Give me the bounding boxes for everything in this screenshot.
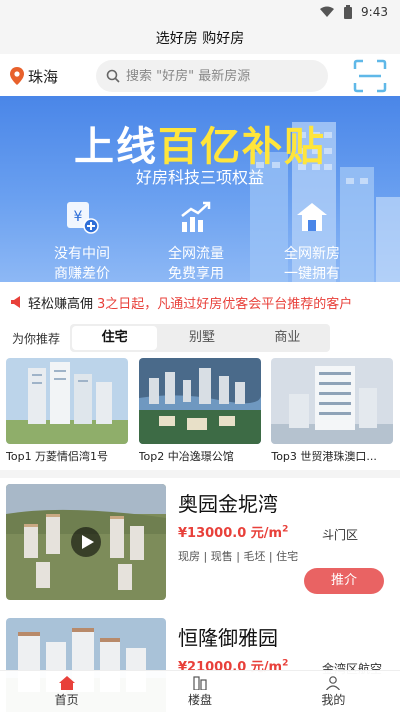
nav-properties[interactable]: 楼盘 bbox=[133, 671, 266, 712]
listing-name: 恒隆御雅园 bbox=[178, 626, 278, 650]
notice-label: 轻松赚高佣 bbox=[28, 296, 94, 312]
banner-subtitle: 好房科技三项权益 bbox=[135, 168, 264, 187]
city-selector[interactable]: 珠海 bbox=[0, 66, 96, 87]
location-pin-icon bbox=[10, 67, 24, 85]
home-icon bbox=[58, 675, 75, 690]
top-pick-caption: Top2 中冶逸璟公馆 bbox=[138, 450, 234, 463]
tab-commercial[interactable]: 商业 bbox=[245, 324, 330, 352]
city-name: 珠海 bbox=[28, 67, 59, 86]
house-icon bbox=[297, 203, 327, 231]
status-bar: 9:43 bbox=[0, 0, 400, 24]
user-icon bbox=[326, 675, 341, 690]
benefit-1-line2: 商赚差价 bbox=[54, 266, 110, 282]
top-pick-caption: Top3 世贸港珠澳口... bbox=[271, 450, 377, 463]
listing-district: 斗门区 bbox=[322, 528, 359, 542]
search-row: 珠海 bbox=[0, 54, 400, 98]
property-listing[interactable]: 奥园金坭湾 ¥13000.0 元/m2 斗门区 现房 | 现售 | 毛坯 | 住… bbox=[6, 484, 394, 602]
rising-chart-icon bbox=[181, 201, 211, 232]
nav-properties-label: 楼盘 bbox=[187, 692, 212, 707]
bottom-nav: 首页 楼盘 我的 bbox=[0, 670, 400, 712]
nav-home[interactable]: 首页 bbox=[0, 671, 133, 712]
benefit-2-line2: 免费享用 bbox=[168, 266, 224, 282]
building-icon bbox=[193, 675, 207, 690]
top-pick-card[interactable]: Top2 中冶逸璟公馆 bbox=[138, 358, 264, 464]
svg-text:¥: ¥ bbox=[74, 209, 83, 225]
listing-price-unit-sup: 2 bbox=[282, 524, 289, 535]
search-box[interactable] bbox=[96, 60, 328, 92]
nav-home-label: 首页 bbox=[54, 692, 79, 707]
promote-button[interactable]: 推介 bbox=[304, 568, 384, 594]
listing-price-value: ¥13000.0 元/m bbox=[178, 526, 283, 541]
search-input[interactable] bbox=[126, 68, 316, 84]
megaphone-icon bbox=[11, 296, 20, 308]
recommend-label: 为你推荐 bbox=[12, 331, 61, 346]
notice-bar[interactable]: 轻松赚高佣 3之日起，凡通过好房优客会平台推荐的客户 bbox=[0, 283, 400, 321]
app-screen: 9:43 选好房 购好房 珠海 搜索 "好房" 最新房源 上线百亿补贴 好房科技… bbox=[0, 0, 400, 712]
benefit-1-line1: 没有中间 bbox=[54, 246, 110, 262]
category-tabs: 住宅 别墅 商业 bbox=[70, 324, 330, 352]
promo-banner[interactable]: 上线百亿补贴 好房科技三项权益 ¥ 没有中间 商赚差价 全网流量 免费享用 全网… bbox=[0, 96, 400, 282]
benefit-traffic: 全网流量 免费享用 bbox=[146, 200, 246, 282]
listing-name: 奥园金坭湾 bbox=[178, 492, 278, 516]
tab-villa[interactable]: 别墅 bbox=[159, 324, 244, 352]
wifi-icon bbox=[320, 6, 335, 17]
listing-image bbox=[6, 484, 166, 600]
top-pick-caption: Top1 万菱情侣湾1号 bbox=[6, 450, 109, 463]
top-pick-card[interactable]: Top1 万菱情侣湾1号 bbox=[6, 358, 131, 464]
benefit-new-homes: 全网新房 一键拥有 bbox=[262, 200, 362, 282]
notice-message: 3之日起，凡通过好房优客会平台推荐的客户 bbox=[97, 296, 353, 312]
status-time: 9:43 bbox=[361, 5, 388, 19]
top-pick-image bbox=[6, 358, 128, 444]
search-icon bbox=[106, 69, 120, 83]
listing-price: ¥13000.0 元/m2 bbox=[178, 522, 288, 541]
page-title: 选好房 购好房 bbox=[0, 24, 400, 54]
benefit-3-line2: 一键拥有 bbox=[284, 266, 340, 282]
play-video-icon[interactable] bbox=[70, 526, 102, 558]
top-pick-image bbox=[138, 358, 261, 444]
benefit-2-line1: 全网流量 bbox=[168, 246, 224, 262]
tab-residential[interactable]: 住宅 bbox=[72, 326, 158, 350]
battery-icon bbox=[344, 5, 353, 19]
yen-plus-icon: ¥ bbox=[67, 202, 99, 234]
listing-price-unit-sup: 2 bbox=[282, 658, 289, 669]
recommend-row: 为你推荐 住宅 别墅 商业 bbox=[0, 322, 400, 354]
benefit-3-line1: 全网新房 bbox=[284, 246, 340, 262]
section-divider bbox=[0, 470, 400, 478]
nav-profile-label: 我的 bbox=[321, 692, 346, 707]
benefit-no-middleman: ¥ 没有中间 商赚差价 bbox=[32, 200, 132, 282]
top-picks: Top1 万菱情侣湾1号 Top2 中冶逸璟公馆 Top3 世贸港珠澳口... bbox=[6, 358, 396, 464]
nav-profile[interactable]: 我的 bbox=[267, 671, 400, 712]
scan-icon[interactable] bbox=[352, 58, 388, 94]
top-pick-image bbox=[271, 358, 394, 444]
top-pick-card[interactable]: Top3 世贸港珠澳口... bbox=[271, 358, 396, 464]
listing-tags: 现房 | 现售 | 毛坯 | 住宅 bbox=[178, 550, 299, 563]
